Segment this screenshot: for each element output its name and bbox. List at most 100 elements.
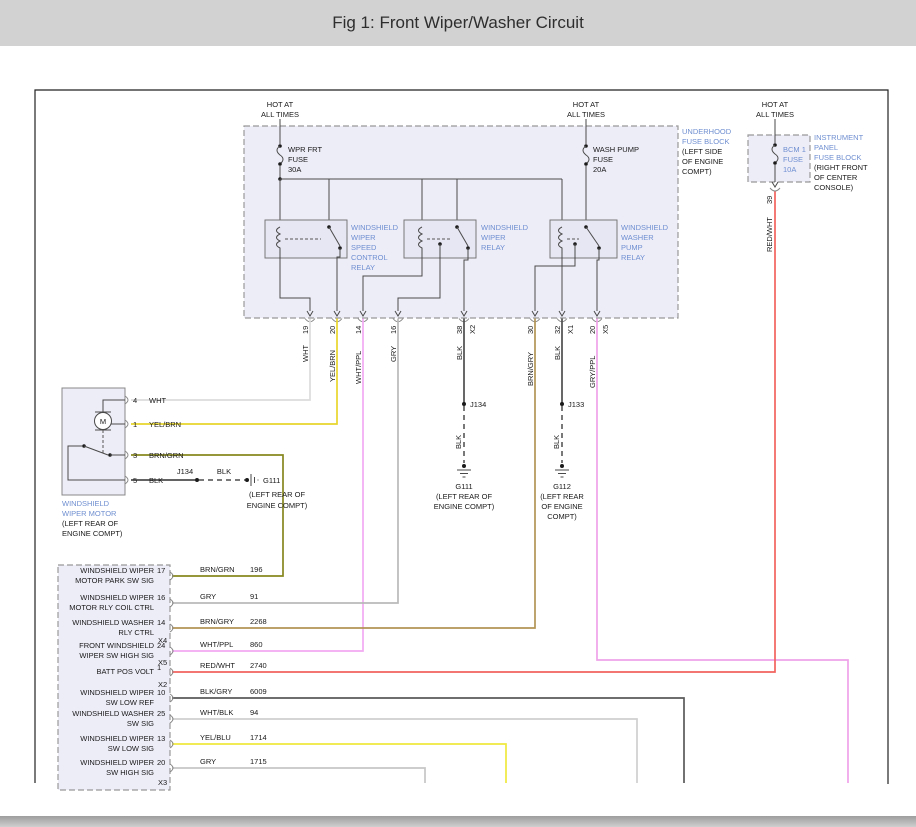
svg-text:32: 32 — [553, 326, 562, 334]
wire-color-label: BRN/GRN — [200, 565, 235, 574]
svg-text:2740: 2740 — [250, 661, 267, 670]
svg-text:FUSE: FUSE — [783, 155, 803, 164]
svg-text:5: 5 — [133, 476, 137, 485]
svg-text:1: 1 — [157, 663, 161, 672]
bcm-row-label: BATT POS VOLT — [96, 667, 154, 676]
svg-text:38: 38 — [455, 326, 464, 334]
svg-text:FUSE: FUSE — [593, 155, 613, 164]
svg-text:BLK: BLK — [455, 346, 464, 360]
wiper-motor: M 4 WHT 1 YEL/BRN 3 BRN/GRN 5 BLK J134 B… — [61, 387, 308, 538]
svg-text:WASHER: WASHER — [621, 233, 654, 242]
svg-text:CONSOLE): CONSOLE) — [814, 183, 854, 192]
wire-color-label: WHT — [301, 345, 310, 362]
bcm-row-label: WINDSHIELD WIPER — [80, 688, 154, 697]
splice-j133 — [560, 402, 564, 406]
wire-wht-blk — [172, 718, 638, 783]
hot-at-all-times-label: HOT AT — [573, 100, 600, 109]
ground-symbol — [457, 469, 471, 478]
fuse-label: BCM 1 — [783, 145, 806, 154]
svg-text:RED/WHT: RED/WHT — [200, 661, 235, 670]
svg-text:ALL TIMES: ALL TIMES — [756, 110, 794, 119]
wire-brn-grn — [131, 454, 284, 577]
svg-text:ENGINE COMPT): ENGINE COMPT) — [247, 501, 308, 510]
splice-j134-motor — [195, 478, 199, 482]
bcm-row-label: WINDSHIELD WIPER — [80, 758, 154, 767]
wire-wht — [131, 318, 311, 401]
svg-text:RLY CTRL: RLY CTRL — [118, 628, 154, 637]
svg-text:30: 30 — [526, 326, 535, 334]
ip-fuse-block: HOT AT ALL TIMES BCM 1 FUSE 10A INSTRUME… — [747, 100, 868, 252]
svg-text:CONTROL: CONTROL — [351, 253, 388, 262]
circuit-number: 196 — [250, 565, 263, 574]
pin-sockets — [304, 318, 603, 323]
ground-symbol — [555, 469, 569, 478]
svg-text:BRN/GRY: BRN/GRY — [200, 617, 234, 626]
relay-label: WINDSHIELD — [351, 223, 399, 232]
svg-text:GRY: GRY — [200, 592, 216, 601]
svg-text:13: 13 — [157, 734, 165, 743]
svg-text:(LEFT SIDE: (LEFT SIDE — [682, 147, 722, 156]
svg-text:20A: 20A — [593, 165, 606, 174]
bcm-row-label: WINDSHIELD WASHER — [72, 618, 154, 627]
svg-text:WHT/PPL: WHT/PPL — [200, 640, 233, 649]
connector-ref: X3 — [158, 778, 167, 787]
svg-text:3: 3 — [133, 451, 137, 460]
ground-symbol — [250, 474, 259, 486]
svg-text:YEL/BRN: YEL/BRN — [149, 420, 181, 429]
svg-text:X5: X5 — [601, 325, 610, 334]
bcm-row-label: WINDSHIELD WIPER — [80, 734, 154, 743]
bcm-row-label: WINDSHIELD WIPER — [80, 593, 154, 602]
svg-text:J134: J134 — [470, 400, 486, 409]
svg-text:FUSE BLOCK: FUSE BLOCK — [814, 153, 862, 162]
svg-text:BLK: BLK — [217, 467, 231, 476]
wire-color-label: WHT — [149, 396, 166, 405]
hot-at-all-times-label: HOT AT — [267, 100, 294, 109]
svg-text:20: 20 — [157, 758, 165, 767]
svg-text:YEL/BRN: YEL/BRN — [328, 350, 337, 382]
ip-fuse-block-label: INSTRUMENT — [814, 133, 864, 142]
svg-text:GRY/PPL: GRY/PPL — [588, 356, 597, 388]
svg-text:M: M — [100, 417, 106, 426]
pin-number: 19 — [301, 326, 310, 334]
svg-text:BLK: BLK — [552, 435, 561, 449]
splice-j134 — [462, 402, 466, 406]
fuse-label: WASH PUMP — [593, 145, 639, 154]
svg-text:6009: 6009 — [250, 687, 267, 696]
svg-text:COMPT): COMPT) — [547, 512, 577, 521]
svg-text:(RIGHT FRONT: (RIGHT FRONT — [814, 163, 868, 172]
wire-yel-blu — [172, 743, 507, 783]
svg-text:(LEFT REAR OF: (LEFT REAR OF — [62, 519, 119, 528]
bcm-row-label: WINDSHIELD WIPER — [80, 566, 154, 575]
svg-text:G111: G111 — [263, 476, 280, 485]
wire-gry-ppl — [596, 318, 849, 783]
bcm-connector: WINDSHIELD WIPER MOTOR PARK SW SIG 17 BR… — [57, 564, 267, 791]
bcm-row-label: WINDSHIELD WASHER — [72, 709, 154, 718]
wire-color-label: RED/WHT — [765, 217, 774, 252]
bottom-scrollbar-track[interactable] — [0, 816, 916, 827]
fuse-block-pins: 19 20 14 16 38 X2 30 32 X1 20 X5 WHT YEL… — [301, 310, 610, 388]
svg-text:MOTOR RLY COIL CTRL: MOTOR RLY COIL CTRL — [69, 603, 154, 612]
svg-text:20: 20 — [328, 326, 337, 334]
wire-gry-1715 — [172, 767, 426, 783]
svg-text:MOTOR PARK SW SIG: MOTOR PARK SW SIG — [75, 576, 154, 585]
svg-text:1714: 1714 — [250, 733, 267, 742]
svg-text:WIPER: WIPER — [481, 233, 506, 242]
svg-text:X2: X2 — [468, 325, 477, 334]
svg-text:GRY: GRY — [389, 346, 398, 362]
pin-number: 39 — [765, 196, 774, 204]
svg-text:24: 24 — [157, 641, 165, 650]
svg-text:16: 16 — [157, 593, 165, 602]
svg-text:WHT/PPL: WHT/PPL — [354, 351, 363, 384]
svg-text:OF ENGINE: OF ENGINE — [541, 502, 582, 511]
svg-text:RELAY: RELAY — [351, 263, 375, 272]
svg-text:1715: 1715 — [250, 757, 267, 766]
svg-text:SW SIG: SW SIG — [127, 719, 154, 728]
svg-text:(LEFT REAR OF: (LEFT REAR OF — [249, 490, 306, 499]
svg-text:J134: J134 — [177, 467, 193, 476]
svg-text:BLK: BLK — [454, 435, 463, 449]
svg-text:14: 14 — [354, 326, 363, 334]
svg-text:COMPT): COMPT) — [682, 167, 712, 176]
svg-text:ALL TIMES: ALL TIMES — [261, 110, 299, 119]
wiring-diagram: UNDERHOOD FUSE BLOCK (LEFT SIDE OF ENGIN… — [34, 89, 889, 791]
pin-number: 4 — [133, 396, 137, 405]
